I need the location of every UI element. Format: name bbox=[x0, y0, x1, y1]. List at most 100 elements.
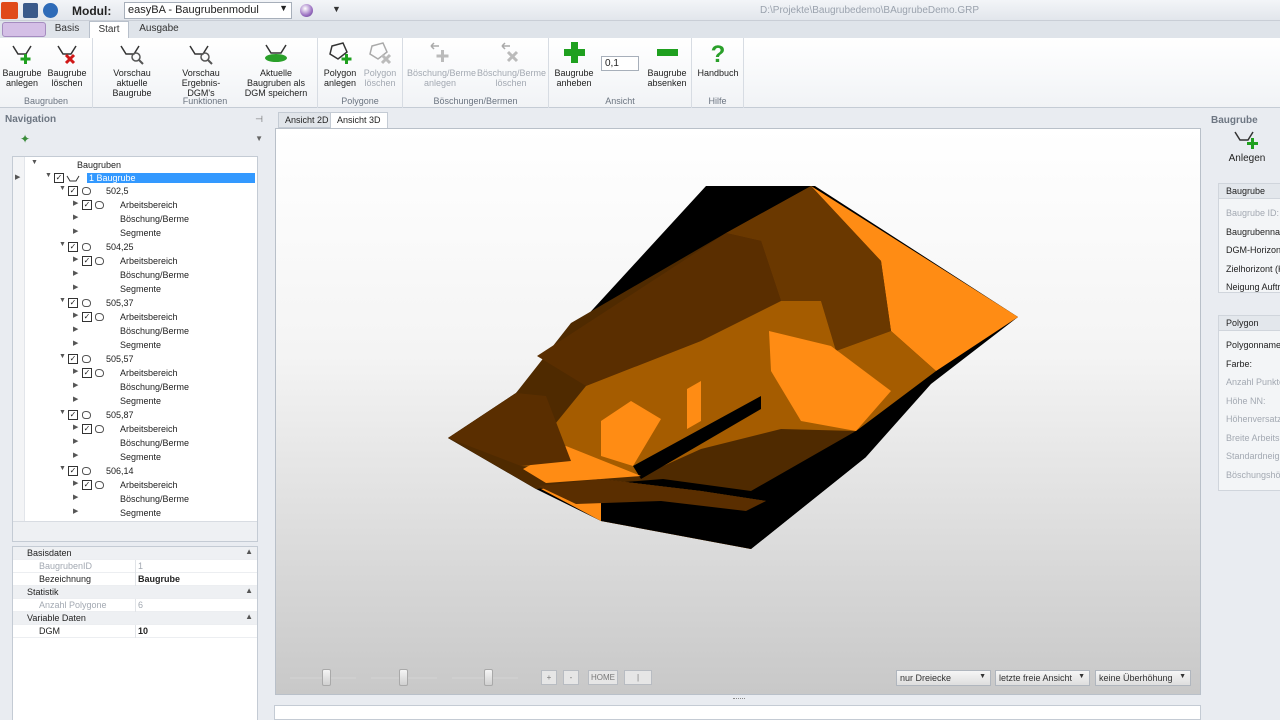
expand-icon[interactable]: ▶ bbox=[73, 199, 78, 207]
step-value-input[interactable]: 0,1 bbox=[601, 56, 639, 71]
info-icon[interactable] bbox=[43, 3, 58, 18]
home-button[interactable]: HOME bbox=[588, 670, 618, 685]
tree-item-child[interactable]: ▶ Böschung/Berme bbox=[25, 381, 257, 394]
baugruben-als-dgm-speichern-button[interactable]: Aktuelle Baugruben als DGM speichern bbox=[237, 40, 315, 98]
expand-icon[interactable]: ▶ bbox=[73, 269, 78, 277]
collapse-icon[interactable]: ▼ bbox=[59, 297, 66, 304]
tab-start[interactable]: Start bbox=[89, 21, 129, 39]
tree-item-horizon[interactable]: ▼ ✓ 505,87 bbox=[25, 409, 257, 422]
tree-item-horizon[interactable]: ▼ ✓ 504,25 bbox=[25, 241, 257, 254]
vorschau-baugrube-button[interactable]: Vorschau aktuelle Baugrube bbox=[97, 40, 167, 98]
expand-icon[interactable]: ▶ bbox=[73, 507, 78, 515]
splitter-grip[interactable] bbox=[733, 698, 745, 701]
collapse-icon[interactable]: ▼ bbox=[59, 409, 66, 416]
tree-item-horizon[interactable]: ▼ ✓ 502,5 bbox=[25, 185, 257, 198]
tab-ausgabe[interactable]: Ausgabe bbox=[131, 21, 187, 38]
tree-item-child[interactable]: ▶ ✓ Arbeitsbereich bbox=[25, 367, 257, 380]
exaggeration-dropdown[interactable]: keine Überhöhung ▼ bbox=[1095, 670, 1191, 686]
slider-thumb[interactable] bbox=[484, 669, 493, 686]
tree-root[interactable]: ▼ Baugruben bbox=[25, 159, 257, 172]
vorschau-dgm-button[interactable]: Vorschau Ergebnis-DGM's bbox=[171, 40, 231, 98]
quick-access-menu-icon[interactable]: ▼ bbox=[332, 4, 341, 14]
app-logo-icon[interactable] bbox=[1, 2, 18, 19]
boeschung-anlegen-button[interactable]: Böschung/Berme anlegen bbox=[407, 40, 476, 88]
excavation-3d-model[interactable] bbox=[276, 129, 1202, 696]
baugruben-tree[interactable]: ▼ Baugruben ▶ ▼ ✓ 1 Baugrube ▼ ✓ 502,5 ▶ ✓ Ar… bbox=[12, 156, 258, 542]
bar-button[interactable]: | bbox=[624, 670, 652, 685]
chevron-down-icon[interactable]: ▼ bbox=[255, 134, 263, 143]
checkbox[interactable]: ✓ bbox=[82, 312, 92, 322]
3d-viewport[interactable]: + - HOME | nur Dreiecke ▼ letzte freie An… bbox=[275, 128, 1201, 695]
render-mode-dropdown[interactable]: nur Dreiecke ▼ bbox=[896, 670, 991, 686]
expand-icon[interactable]: ▶ bbox=[73, 227, 78, 235]
tree-item-child[interactable]: ▶ Segmente bbox=[25, 395, 257, 408]
expand-icon[interactable]: ▶ bbox=[73, 423, 78, 431]
expand-icon[interactable]: ▶ bbox=[73, 283, 78, 291]
polygon-loeschen-button[interactable]: Polygon löschen bbox=[362, 40, 398, 88]
collapse-icon[interactable]: ▼ bbox=[31, 159, 38, 166]
save-icon[interactable] bbox=[23, 3, 38, 18]
collapse-icon[interactable]: ▼ bbox=[59, 465, 66, 472]
checkbox[interactable]: ✓ bbox=[68, 298, 78, 308]
checkbox[interactable]: ✓ bbox=[82, 424, 92, 434]
tree-item-child[interactable]: ▶ Böschung/Berme bbox=[25, 213, 257, 226]
tree-item-child[interactable]: ▶ ✓ Arbeitsbereich bbox=[25, 199, 257, 212]
application-menu-button[interactable] bbox=[2, 22, 46, 37]
expand-icon[interactable]: ▶ bbox=[73, 479, 78, 487]
theme-icon[interactable] bbox=[300, 4, 313, 17]
collapse-icon[interactable]: ▼ bbox=[59, 241, 66, 248]
tree-item-child[interactable]: ▶ Segmente bbox=[25, 451, 257, 464]
tree-item-child[interactable]: ▶ Segmente bbox=[25, 339, 257, 352]
collapse-icon[interactable]: ▼ bbox=[59, 185, 66, 192]
checkbox[interactable]: ✓ bbox=[68, 354, 78, 364]
checkbox[interactable]: ✓ bbox=[68, 466, 78, 476]
modul-select[interactable]: easyBA - Baugrubenmodul ▼ bbox=[124, 2, 292, 19]
expand-icon[interactable]: ▶ bbox=[73, 395, 78, 403]
checkbox[interactable]: ✓ bbox=[68, 186, 78, 196]
tree-item-child[interactable]: ▶ Böschung/Berme bbox=[25, 437, 257, 450]
collapse-caret-icon[interactable]: ▲ bbox=[245, 586, 253, 595]
boeschung-loeschen-button[interactable]: Böschung/Berme löschen bbox=[477, 40, 546, 88]
wand-icon[interactable]: ✦ bbox=[20, 132, 30, 146]
zoom-in-button[interactable]: + bbox=[541, 670, 557, 685]
expand-icon[interactable]: ▶ bbox=[73, 213, 78, 221]
tree-item-child[interactable]: ▶ ✓ Arbeitsbereich bbox=[25, 423, 257, 436]
category-statistik[interactable]: Statistik ▲ bbox=[13, 586, 257, 599]
expand-icon[interactable]: ▶ bbox=[73, 437, 78, 445]
tree-item-child[interactable]: ▶ Böschung/Berme bbox=[25, 269, 257, 282]
tab-ansicht-3d[interactable]: Ansicht 3D bbox=[330, 112, 388, 128]
tree-item-child[interactable]: ▶ Böschung/Berme bbox=[25, 325, 257, 338]
tree-item-horizon[interactable]: ▼ ✓ 505,57 bbox=[25, 353, 257, 366]
collapse-caret-icon[interactable]: ▲ bbox=[245, 547, 253, 556]
collapse-caret-icon[interactable]: ▲ bbox=[245, 612, 253, 621]
tree-item-child[interactable]: ▶ Segmente bbox=[25, 227, 257, 240]
checkbox[interactable]: ✓ bbox=[82, 200, 92, 210]
property-value[interactable]: 10 bbox=[138, 626, 148, 636]
checkbox[interactable]: ✓ bbox=[82, 256, 92, 266]
zoom-slider[interactable] bbox=[452, 669, 518, 686]
baugrube-loeschen-button[interactable]: Baugrube löschen bbox=[46, 40, 88, 88]
polygon-anlegen-button[interactable]: Polygon anlegen bbox=[322, 40, 358, 88]
pin-icon[interactable]: ⊣ bbox=[255, 114, 263, 125]
property-dgm[interactable]: DGM 10 bbox=[13, 625, 257, 638]
tree-item-horizon[interactable]: ▼ ✓ 506,14 bbox=[25, 465, 257, 478]
collapse-icon[interactable]: ▼ bbox=[45, 172, 52, 179]
property-bezeichnung[interactable]: Bezeichnung Baugrube bbox=[13, 573, 257, 586]
zoom-out-button[interactable]: - bbox=[563, 670, 579, 685]
tilt-slider[interactable] bbox=[371, 669, 437, 686]
baugrube-anheben-button[interactable]: Baugrube anheben bbox=[553, 40, 595, 88]
tree-item-child[interactable]: ▶ ✓ Arbeitsbereich bbox=[25, 311, 257, 324]
property-value[interactable]: Baugrube bbox=[138, 574, 180, 584]
checkbox[interactable]: ✓ bbox=[54, 173, 64, 183]
expand-icon[interactable]: ▶ bbox=[73, 339, 78, 347]
tree-item-child[interactable]: ▶ Böschung/Berme bbox=[25, 493, 257, 506]
expand-icon[interactable]: ▶ bbox=[73, 325, 78, 333]
tree-item-child[interactable]: ▶ ✓ Arbeitsbereich bbox=[25, 479, 257, 492]
expand-icon[interactable]: ▶ bbox=[73, 493, 78, 501]
slider-thumb[interactable] bbox=[399, 669, 408, 686]
tree-item-child[interactable]: ▶ ✓ Arbeitsbereich bbox=[25, 255, 257, 268]
rotation-slider[interactable] bbox=[290, 669, 356, 686]
checkbox[interactable]: ✓ bbox=[68, 410, 78, 420]
category-variable-daten[interactable]: Variable Daten ▲ bbox=[13, 612, 257, 625]
tree-item-child[interactable]: ▶ Segmente bbox=[25, 283, 257, 296]
